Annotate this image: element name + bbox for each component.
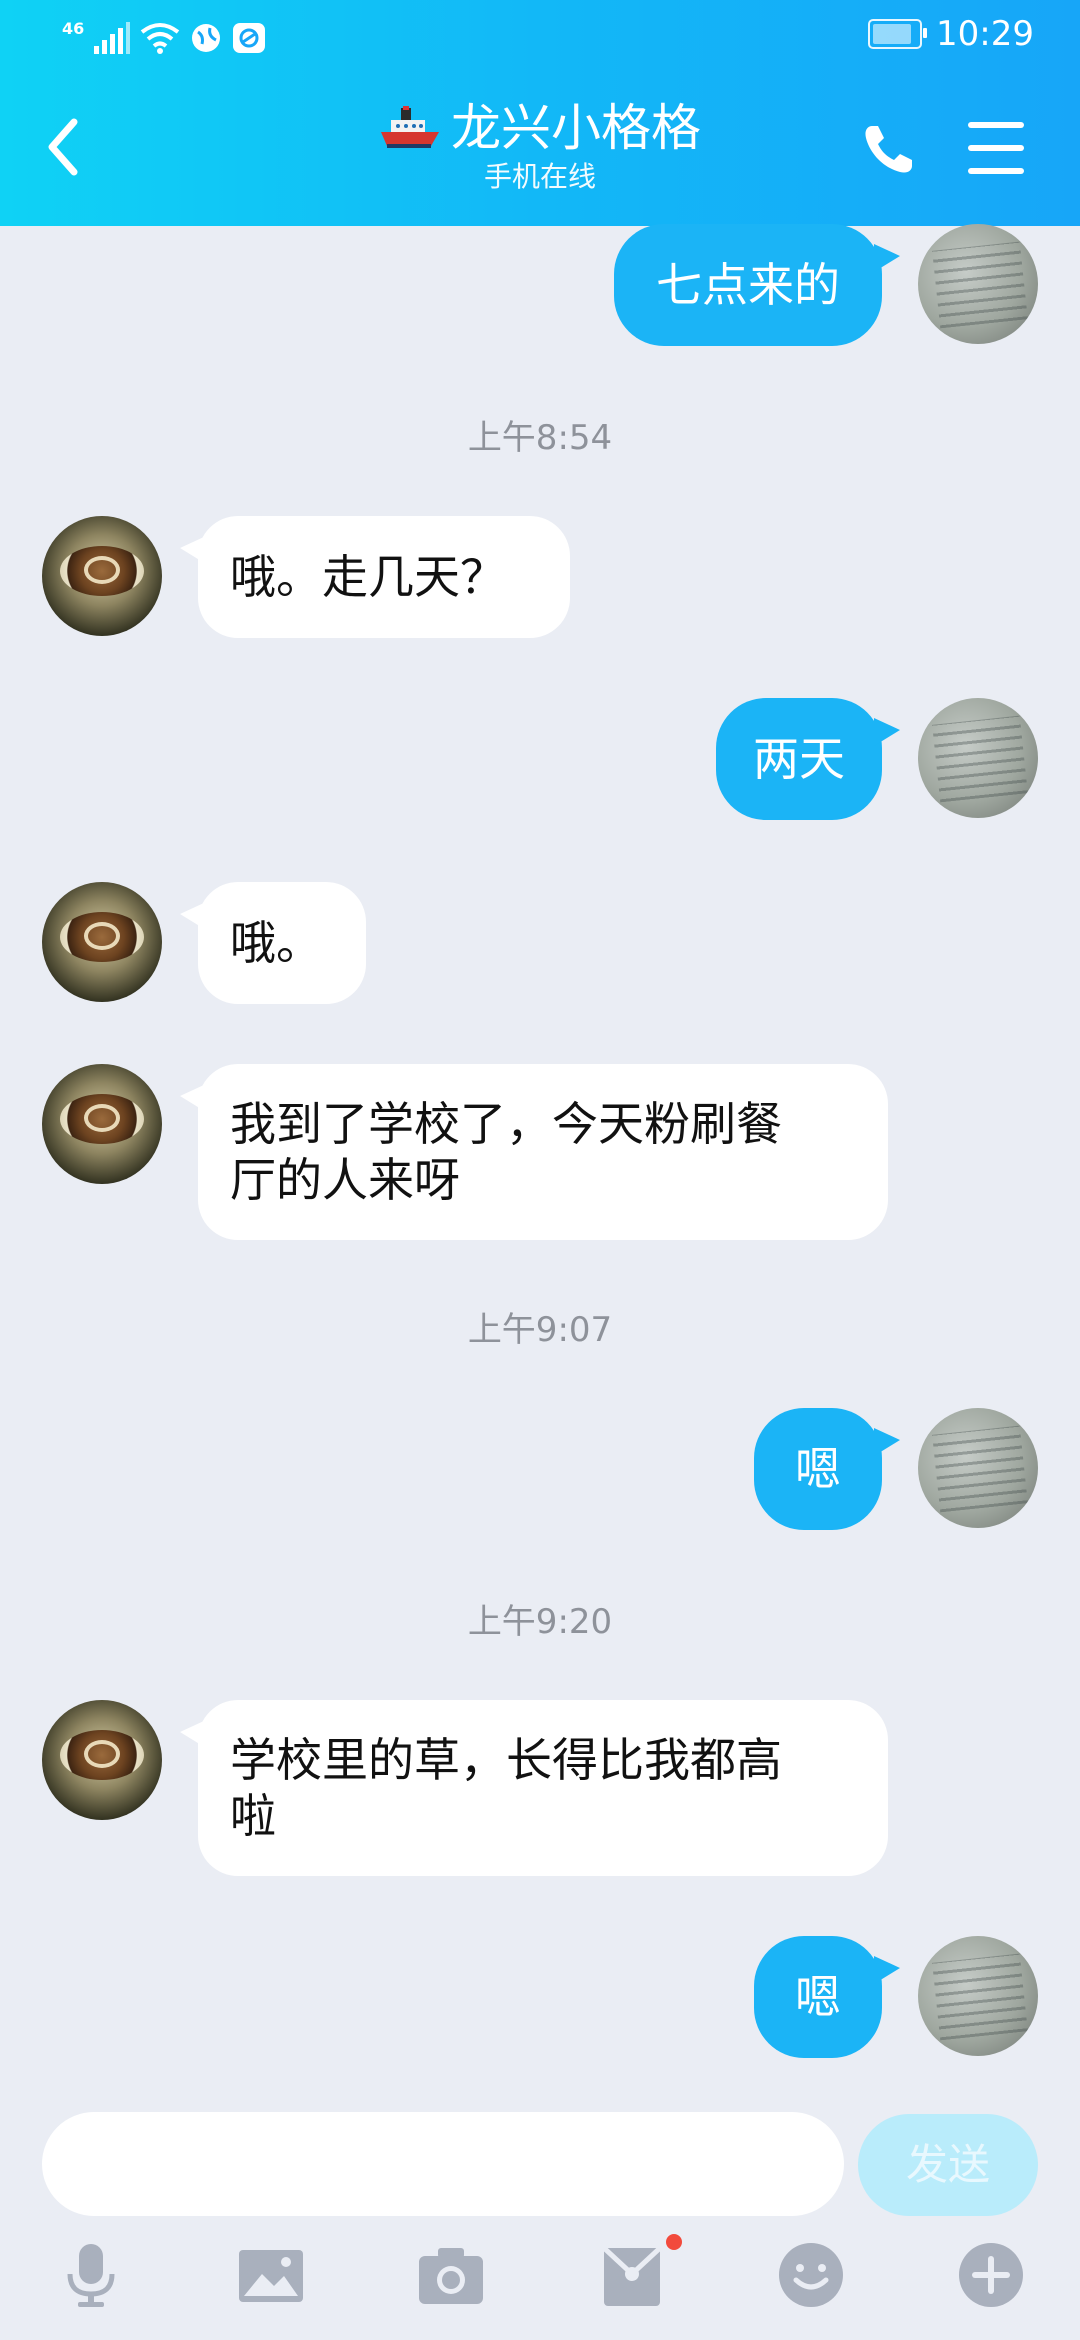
emoji-icon[interactable]	[776, 2240, 846, 2310]
phone-call-icon[interactable]	[858, 120, 918, 180]
network-type-label: 46	[62, 18, 85, 38]
menu-icon[interactable]	[968, 122, 1024, 174]
microphone-icon[interactable]	[56, 2240, 126, 2310]
sent-message-bubble[interactable]: 两天	[716, 698, 900, 820]
send-button[interactable]: 发送	[858, 2114, 1038, 2216]
received-message-bubble[interactable]: 我到了学校了，今天粉刷餐 厅的人来呀	[180, 1064, 888, 1240]
wifi-icon	[141, 23, 180, 54]
globe-icon	[192, 24, 221, 52]
sent-message-bubble[interactable]: 嗯	[754, 1936, 900, 2058]
contact-avatar[interactable]	[42, 1064, 162, 1184]
received-message-bubble[interactable]: 哦。	[180, 882, 366, 1004]
received-message-bubble[interactable]: 哦。走几天？	[180, 516, 570, 638]
received-message-bubble[interactable]: 学校里的草，长得比我都高 啦	[180, 1700, 888, 1876]
my-avatar[interactable]	[918, 1936, 1038, 2056]
message-line: 啦	[230, 1789, 276, 1843]
status-time: 10:29	[936, 14, 1034, 54]
camera-icon[interactable]	[416, 2240, 486, 2310]
ship-icon	[381, 106, 439, 148]
contact-avatar[interactable]	[42, 516, 162, 636]
sent-message-bubble[interactable]: 嗯	[754, 1408, 900, 1530]
input-toolbar	[0, 2234, 1080, 2340]
notification-dot	[666, 2234, 682, 2250]
message-line: 学校里的草，长得比我都高	[230, 1733, 782, 1787]
message-line: 厅的人来呀	[230, 1153, 460, 1207]
contact-title-area[interactable]: 龙兴小格格 手机在线	[0, 98, 1080, 194]
my-avatar[interactable]	[918, 698, 1038, 818]
message-input[interactable]	[42, 2112, 844, 2216]
message-timestamp: 上午9:07	[467, 1310, 613, 1350]
my-avatar[interactable]	[918, 1408, 1038, 1528]
my-avatar[interactable]	[918, 224, 1038, 344]
message-line: 我到了学校了，今天粉刷餐	[230, 1097, 782, 1151]
message-timestamp: 上午8:54	[467, 418, 613, 458]
contact-name: 龙兴小格格	[451, 99, 701, 157]
red-packet-icon[interactable]	[598, 2240, 668, 2310]
contact-avatar[interactable]	[42, 1700, 162, 1820]
sent-message-bubble[interactable]: 七点来的	[614, 224, 900, 346]
image-icon[interactable]	[236, 2240, 306, 2310]
contact-status: 手机在线	[483, 160, 596, 193]
chat-header: 46 10:29 龙兴小格格 手机在线	[0, 0, 1080, 226]
signal-icon	[94, 22, 131, 54]
message-timestamp: 上午9:20	[467, 1602, 613, 1642]
app-notification-icon	[233, 23, 266, 53]
battery-icon	[868, 19, 928, 49]
plus-icon[interactable]	[956, 2240, 1026, 2310]
status-bar: 46 10:29	[0, 0, 1080, 76]
contact-avatar[interactable]	[42, 882, 162, 1002]
